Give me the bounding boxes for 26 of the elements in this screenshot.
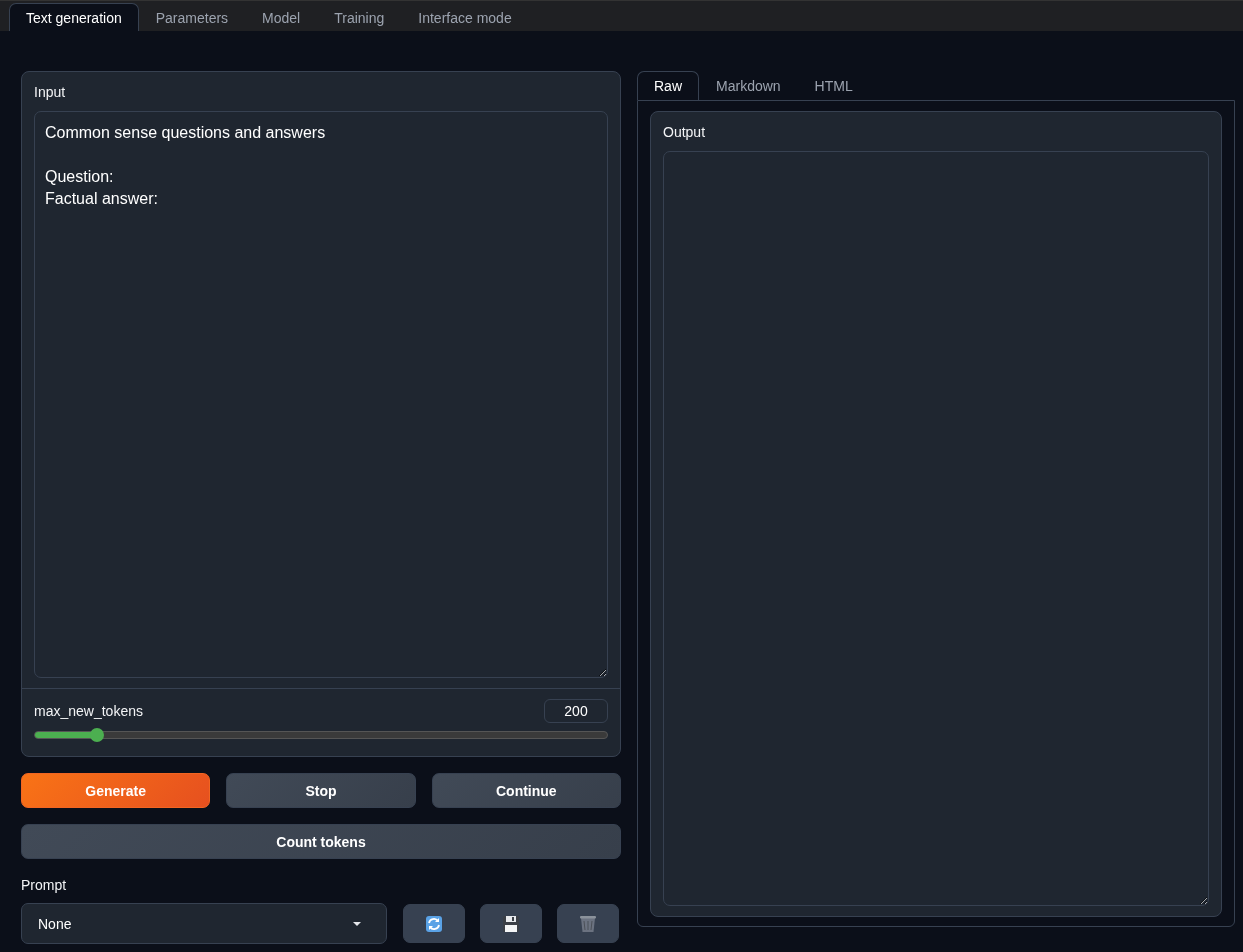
- tab[interactable]: HTML: [797, 71, 870, 100]
- tab[interactable]: Interface mode: [401, 3, 529, 31]
- refresh-icon: [425, 914, 443, 933]
- prompt-dropdown[interactable]: None: [21, 903, 387, 944]
- input-label: Input: [34, 84, 67, 100]
- tab[interactable]: Markdown: [699, 71, 798, 100]
- count-tokens-button[interactable]: Count tokens: [21, 824, 621, 859]
- action-button[interactable]: Stop: [226, 773, 416, 808]
- output-label: Output: [663, 124, 707, 140]
- save-button[interactable]: [480, 904, 542, 943]
- input-field[interactable]: Common sense questions and answers Question: Factual answer:: [34, 111, 608, 678]
- tab[interactable]: Parameters: [138, 3, 246, 31]
- tab[interactable]: Text generation: [9, 3, 139, 31]
- action-button[interactable]: Continue: [431, 773, 621, 808]
- slider-track[interactable]: [34, 731, 608, 739]
- refresh-button[interactable]: [403, 904, 465, 943]
- trash-icon: [579, 914, 597, 933]
- tab[interactable]: Training: [317, 3, 402, 31]
- caret-icon: [352, 920, 362, 927]
- tab[interactable]: Raw: [637, 71, 699, 100]
- prompt-label: Prompt: [21, 877, 68, 893]
- slider-label: max_new_tokens: [34, 703, 143, 719]
- number-field[interactable]: 200: [544, 699, 608, 723]
- delete-button[interactable]: [557, 904, 619, 943]
- tab[interactable]: Model: [245, 3, 318, 31]
- slider-thumb[interactable]: [89, 728, 104, 742]
